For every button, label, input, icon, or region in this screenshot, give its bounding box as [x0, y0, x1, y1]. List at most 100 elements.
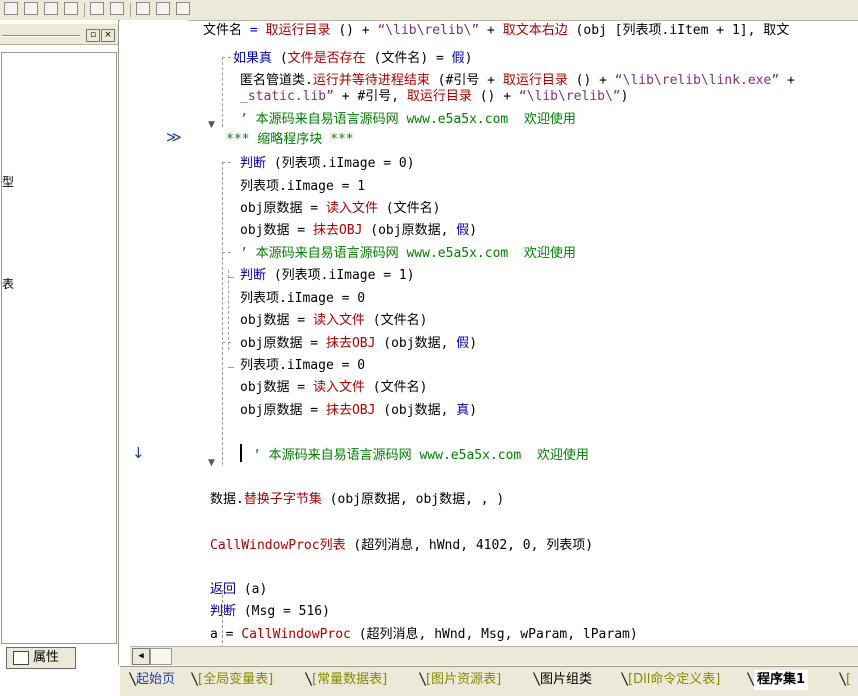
code-token: (obj [列表项.iItem + 1], 取文 — [567, 23, 790, 38]
grid-icon[interactable] — [4, 2, 18, 15]
code-token: 判断 — [240, 156, 267, 171]
code-line[interactable]: 文件名 = 取运行目录 () + “\lib\relib\” + 取文本右边 (… — [203, 23, 789, 39]
code-token: 文件是否存在 — [287, 51, 366, 66]
code-line[interactable]: ’ 本源码来自易语言源码网 www.e5a5x.com 欢迎使用 — [240, 246, 576, 262]
document-tab[interactable]: [Dll命令定义表] — [628, 670, 720, 690]
code-token: CallWindowProc — [241, 627, 351, 642]
close-icon[interactable]: × — [101, 29, 115, 42]
code-token: 列表项.iImage = 0 — [240, 358, 366, 373]
minimize-icon[interactable]: ▫ — [86, 29, 100, 42]
code-token: 读入文件 — [312, 380, 365, 395]
horizontal-scrollbar[interactable]: ◀ — [130, 646, 858, 665]
vspace-icon[interactable] — [110, 2, 124, 15]
code-token: (文件名) = — [365, 51, 452, 66]
code-token: (超列消息, hWnd, 4102, 0, 列表项) — [345, 538, 594, 553]
table-icon[interactable] — [64, 2, 78, 15]
code-token: “\lib\relib\” — [377, 23, 480, 38]
panel-item[interactable]: 表 — [2, 275, 14, 292]
block-guide — [222, 162, 231, 163]
code-token: + — [779, 73, 795, 88]
document-tab[interactable]: 起始页 — [136, 670, 175, 690]
code-line[interactable]: *** 缩略程序块 *** — [226, 132, 354, 148]
code-token: ) — [469, 223, 478, 238]
code-token: obj数据 = — [240, 380, 313, 395]
panel-grip — [2, 35, 80, 37]
code-line[interactable]: ’ 本源码来自易语言源码网 www.e5a5x.com 欢迎使用 — [240, 112, 576, 128]
code-token: (文件名) — [364, 313, 428, 328]
code-token: (Msg = 516) — [236, 604, 330, 619]
code-line[interactable]: obj原数据 = 抹去OBJ (obj数据, 真) — [240, 403, 477, 419]
align-icon[interactable] — [44, 2, 58, 15]
panel-item[interactable]: 型 — [2, 173, 14, 190]
code-line[interactable]: 如果真 (文件是否存在 (文件名) = 假) — [233, 51, 473, 67]
fold-marker-icon[interactable]: ≫ — [166, 128, 182, 146]
code-line[interactable]: _static.lib” + #引号, 取运行目录 () + “\lib\rel… — [240, 89, 628, 105]
code-token: 假 — [456, 336, 470, 351]
code-line[interactable]: obj原数据 = 读入文件 (文件名) — [240, 201, 440, 217]
width-icon[interactable] — [136, 2, 150, 15]
fold-arrow-icon[interactable]: ▼ — [208, 120, 215, 130]
code-token: “\lib\relib\” — [518, 89, 621, 104]
code-token: (列表项.iImage = 1) — [266, 268, 415, 283]
size-icon[interactable] — [176, 2, 190, 15]
tab-properties[interactable]: 属性 — [6, 647, 76, 669]
code-line[interactable]: ’ 本源码来自易语言源码网 www.e5a5x.com 欢迎使用 — [253, 448, 589, 464]
scroll-thumb[interactable] — [150, 648, 172, 665]
code-token: (obj数据, — [375, 403, 457, 418]
left-panel: ▫ × 型 表 — [0, 20, 119, 665]
code-line[interactable]: 列表项.iImage = 1 — [240, 179, 365, 195]
code-line[interactable]: CallWindowProc列表 (超列消息, hWnd, 4102, 0, 列… — [210, 538, 593, 554]
document-tab[interactable]: 图片组类 — [540, 670, 592, 690]
document-tabs: 起始页 \ [全局变量表] \ [常量数据表] \ [图片资源表] \ 图片组类 \ [Dll命令定… — [120, 666, 858, 696]
code-token: = — [249, 23, 266, 38]
code-token: obj原数据 = — [240, 336, 326, 351]
code-token: 替换子字节集 — [243, 492, 322, 507]
fold-arrow-icon[interactable]: ▼ — [208, 458, 215, 468]
document-tab[interactable]: 程序集1 — [754, 670, 809, 690]
code-token: 读入文件 — [312, 313, 365, 328]
code-token: 抹去OBJ — [325, 336, 376, 351]
code-token: (超列消息, hWnd, Msg, wParam, lParam) — [350, 627, 638, 642]
tab-properties-label: 属性 — [33, 650, 60, 665]
toolbar — [0, 0, 858, 21]
code-line[interactable]: 匿名管道类.运行并等待进程结束 (#引号 + 取运行目录 () + “\lib\… — [240, 73, 795, 89]
code-line[interactable]: 判断 (列表项.iImage = 0) — [240, 156, 415, 172]
tab-divider: \ — [128, 669, 138, 688]
code-line[interactable]: 判断 (列表项.iImage = 1) — [240, 268, 415, 284]
layout-icon[interactable] — [24, 2, 38, 15]
code-line[interactable]: 数据.替换子字节集 (obj原数据, obj数据, , ) — [210, 492, 504, 508]
code-token: a = — [210, 627, 242, 642]
code-line[interactable]: obj数据 = 抹去OBJ (obj原数据, 假) — [240, 223, 477, 239]
code-token: 文件名 — [203, 23, 250, 38]
code-token: 列表项.iImage = 1 — [240, 179, 366, 194]
gutter: ≫ ↓ — [120, 20, 188, 648]
tab-divider: \ — [304, 669, 314, 688]
code-line[interactable]: a = CallWindowProc (超列消息, hWnd, Msg, wPa… — [210, 627, 638, 643]
code-token: obj数据 = — [240, 223, 313, 238]
document-tab[interactable]: [全局变量表] — [198, 670, 273, 690]
block-guide — [222, 612, 231, 613]
document-tab[interactable]: [常量数据表] — [312, 670, 387, 690]
code-line[interactable]: obj数据 = 读入文件 (文件名) — [240, 313, 427, 329]
tab-divider: \ — [838, 669, 848, 688]
block-guide — [222, 57, 231, 58]
hspace-icon[interactable] — [90, 2, 104, 15]
block-guide — [228, 367, 234, 368]
code-token: 假 — [451, 51, 465, 66]
code-line[interactable]: obj原数据 = 抹去OBJ (obj数据, 假) — [240, 336, 477, 352]
code-line[interactable]: 返回 (a) — [210, 582, 267, 598]
code-token: 抹去OBJ — [312, 223, 363, 238]
code-line[interactable]: 列表项.iImage = 0 — [240, 358, 365, 374]
code-token: 如果真 — [233, 51, 273, 66]
code-token: () + — [471, 89, 519, 104]
code-token: _static.lib” — [240, 89, 334, 104]
code-line[interactable]: obj数据 = 读入文件 (文件名) — [240, 380, 427, 396]
tab-divider: \ — [190, 669, 200, 688]
document-tab[interactable]: [图片资源表] — [426, 670, 501, 690]
code-token: ) — [469, 336, 478, 351]
scroll-left-icon[interactable]: ◀ — [132, 648, 150, 665]
code-editor[interactable]: 文件名 = 取运行目录 () + “\lib\relib\” + 取文本右边 (… — [190, 20, 858, 648]
code-line[interactable]: 列表项.iImage = 0 — [240, 291, 365, 307]
height-icon[interactable] — [156, 2, 170, 15]
block-guide — [222, 162, 223, 465]
